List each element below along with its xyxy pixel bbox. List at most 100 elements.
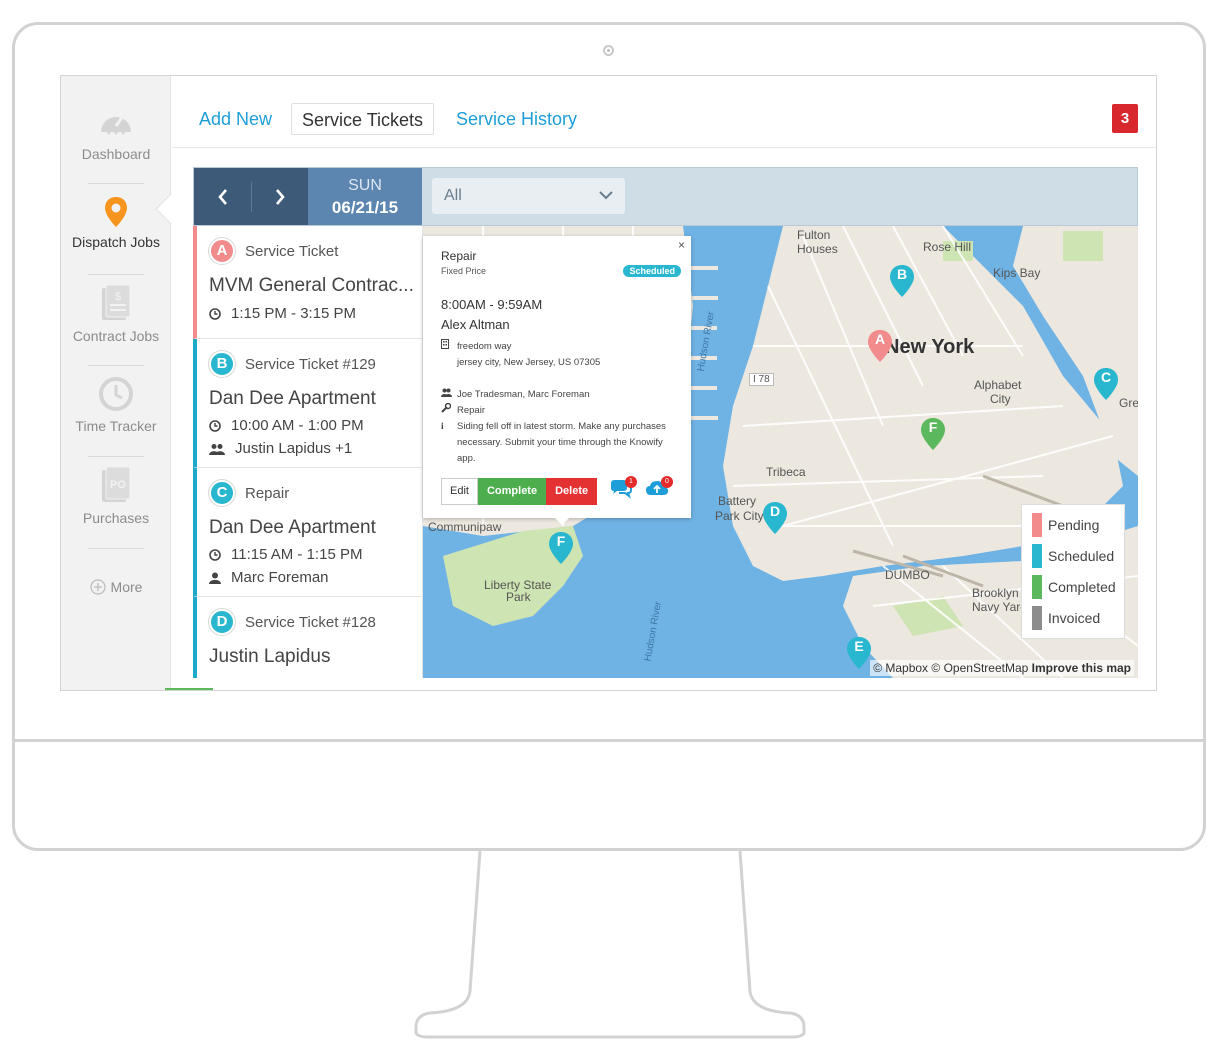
- sidebar-item-more[interactable]: More: [61, 579, 171, 595]
- users-icon: [441, 387, 457, 403]
- clock-icon: [209, 419, 221, 432]
- map-label-navy-yard: Navy Yard: [972, 600, 1027, 614]
- ticket-card[interactable]: A Service Ticket MVM General Contrac... …: [193, 226, 422, 339]
- ticket-time: 10:00 AM - 1:00 PM: [231, 417, 364, 434]
- previous-day-button[interactable]: [194, 168, 251, 225]
- status-badge: Scheduled: [623, 265, 681, 277]
- popup-notes: i Siding fell off in latest storm. Make …: [441, 419, 666, 467]
- map-pin-f-completed[interactable]: F: [920, 417, 946, 451]
- legend-item-invoiced: Invoiced: [1032, 606, 1100, 630]
- wrench-icon: [441, 402, 457, 419]
- chevron-left-icon: [217, 188, 227, 205]
- legend-swatch: [1032, 575, 1042, 599]
- ticket-time-row: 10:00 AM - 1:00 PM: [209, 417, 364, 434]
- notes-line-2: necessary. Submit your time through the …: [457, 437, 663, 448]
- monitor-chin-divider: [12, 739, 1206, 742]
- ticket-card[interactable]: D Service Ticket #128 Justin Lapidus: [193, 597, 422, 678]
- ticket-time: 11:15 AM - 1:15 PM: [231, 546, 363, 563]
- ticket-time-row: 1:15 PM - 3:15 PM: [209, 305, 356, 322]
- ticket-customer-name: Dan Dee Apartment: [209, 388, 376, 409]
- tab-service-history[interactable]: Service History: [446, 103, 587, 135]
- sidebar-item-dashboard[interactable]: Dashboard: [61, 104, 171, 162]
- address-line-2: jersey city, New Jersey, US 07305: [457, 357, 601, 368]
- sidebar-item-time-tracker[interactable]: Time Tracker: [61, 376, 171, 434]
- crew-names: Joe Tradesman, Marc Foreman: [457, 389, 590, 400]
- legend-label: Invoiced: [1048, 610, 1101, 626]
- ticket-customer-name: Justin Lapidus: [209, 646, 331, 667]
- plus-circle-icon: [89, 579, 106, 595]
- complete-button[interactable]: Complete: [477, 478, 547, 505]
- legend-swatch: [1032, 513, 1042, 537]
- address-line-1: freedom way: [457, 341, 512, 352]
- map-label-houses: Houses: [797, 242, 838, 256]
- sidebar-item-dispatch-jobs[interactable]: Dispatch Jobs: [61, 196, 171, 250]
- pin-letter: E: [854, 638, 864, 654]
- day-of-week: SUN: [348, 177, 382, 194]
- sidebar-divider: [88, 456, 144, 457]
- map-pin-c[interactable]: C: [1093, 367, 1119, 401]
- legend-label: Pending: [1048, 517, 1100, 533]
- map-label-new-york: New York: [885, 336, 975, 358]
- date-bar: SUN 06/21/15 All: [193, 167, 1138, 226]
- sidebar-divider: [88, 183, 144, 184]
- attribution-osm[interactable]: © OpenStreetMap: [931, 661, 1028, 675]
- ticket-letter-badge: B: [209, 351, 235, 377]
- notes-line-1: Siding fell off in latest storm. Make an…: [457, 421, 666, 432]
- map-attribution: © Mapbox © OpenStreetMap Improve this ma…: [870, 660, 1134, 676]
- map-pin-d[interactable]: D: [762, 501, 788, 535]
- purchase-order-icon: PO: [102, 466, 131, 502]
- upload-button[interactable]: 0: [645, 476, 673, 501]
- map-pin-a[interactable]: A: [867, 329, 893, 363]
- map-pin-e[interactable]: E: [846, 636, 872, 670]
- ticket-type: Service Ticket #128: [245, 613, 376, 631]
- notes-line-3: app.: [457, 453, 476, 464]
- sidebar-divider: [88, 365, 144, 366]
- user-icon: [209, 572, 221, 584]
- speedometer-icon: [101, 115, 131, 135]
- ticket-card[interactable]: B Service Ticket #129 Dan Dee Apartment …: [193, 339, 422, 468]
- map-label-rose-hill: Rose Hill: [923, 240, 972, 254]
- ticket-header: D Service Ticket #128: [209, 609, 376, 635]
- map-label-park: Park: [506, 590, 531, 604]
- comments-button[interactable]: 1: [609, 476, 637, 501]
- ticket-filter-select[interactable]: All: [432, 178, 625, 214]
- ticket-letter-badge: A: [209, 238, 235, 264]
- legend-label: Completed: [1048, 579, 1116, 595]
- popup-pointer: [553, 516, 571, 525]
- ticket-customer-name: MVM General Contrac...: [209, 275, 414, 296]
- map-label-dumbo: DUMBO: [885, 568, 930, 582]
- delete-button[interactable]: Delete: [546, 478, 598, 505]
- sidebar-divider: [88, 548, 144, 549]
- sidebar-divider: [88, 274, 144, 275]
- close-icon[interactable]: ×: [678, 238, 685, 252]
- users-icon: [209, 443, 225, 455]
- next-day-button[interactable]: [251, 168, 308, 225]
- tab-service-tickets[interactable]: Service Tickets: [291, 103, 435, 135]
- clock-icon: [209, 307, 221, 320]
- ticket-card[interactable]: C Repair Dan Dee Apartment 11:15 AM - 1:…: [193, 468, 422, 597]
- current-date[interactable]: SUN 06/21/15: [308, 168, 422, 225]
- ticket-letter-badge: D: [209, 609, 235, 635]
- clock-icon: [209, 548, 221, 561]
- map-pin-b[interactable]: B: [889, 264, 915, 298]
- map-label-battery: Battery: [718, 494, 757, 508]
- app-screen: Dashboard Dispatch Jobs $ Contract Jobs: [60, 75, 1157, 691]
- map-label-i78: I 78: [749, 373, 774, 386]
- popup-crew: Joe Tradesman, Marc Foreman: [441, 387, 590, 403]
- date-nav-buttons: [194, 168, 308, 225]
- ticket-time-row: 11:15 AM - 1:15 PM: [209, 546, 362, 563]
- popup-time: 8:00AM - 9:59AM: [441, 297, 543, 312]
- ticket-type: Service Ticket: [245, 242, 339, 260]
- edit-button[interactable]: Edit: [441, 478, 478, 505]
- sidebar-item-contract-jobs[interactable]: $ Contract Jobs: [61, 284, 171, 344]
- sidebar-item-purchases[interactable]: PO Purchases: [61, 466, 171, 526]
- sidebar-item-label: Dashboard: [81, 146, 151, 162]
- attribution-mapbox[interactable]: © Mapbox: [873, 661, 928, 675]
- improve-map-link[interactable]: Improve this map: [1032, 661, 1131, 675]
- sidebar-item-label: Time Tracker: [75, 418, 157, 434]
- legend-swatch: [1032, 544, 1042, 568]
- pin-letter: F: [556, 533, 566, 549]
- map-pin-f[interactable]: F: [548, 531, 574, 565]
- add-new-link[interactable]: Add New: [189, 103, 282, 135]
- notification-badge[interactable]: 3: [1112, 104, 1138, 133]
